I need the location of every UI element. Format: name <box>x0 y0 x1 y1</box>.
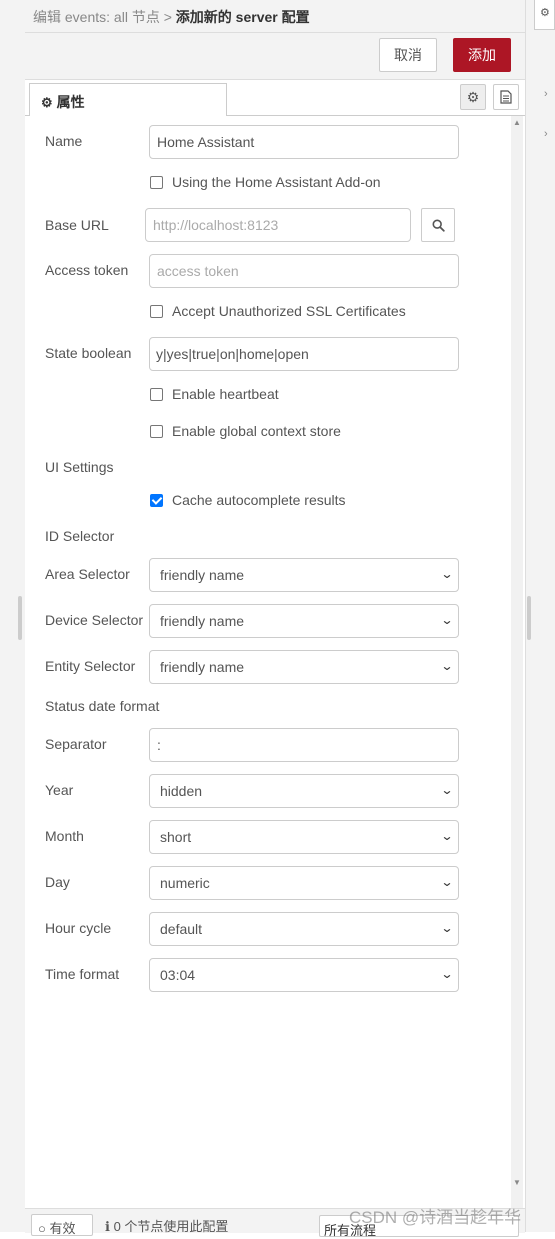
hour-cycle-value: default <box>160 921 203 937</box>
name-input[interactable] <box>149 125 459 159</box>
device-selector-select[interactable]: friendly name ⌄ <box>149 604 459 638</box>
valid-label: 有效 <box>49 1221 76 1236</box>
global-context-checkbox[interactable] <box>150 424 163 438</box>
month-label: Month <box>45 828 84 844</box>
chevron-down-icon: ⌄ <box>440 613 454 627</box>
scroll-down-icon[interactable]: ▼ <box>511 1178 523 1187</box>
valid-toggle-button[interactable]: ○ 有效 <box>31 1214 93 1236</box>
watermark: CSDN @诗酒当趁年华 <box>349 1208 522 1227</box>
device-selector-value: friendly name <box>160 613 245 629</box>
entity-selector-value: friendly name <box>160 659 245 675</box>
edit-tray: 编辑 events: all 节点 > 添加新的 server 配置 取消 添加… <box>25 0 525 1238</box>
cache-checkbox-label: Cache autocomplete results <box>172 492 346 508</box>
scroll-up-icon[interactable]: ▲ <box>511 118 523 127</box>
base-url-input[interactable] <box>145 208 411 242</box>
month-value: short <box>160 829 192 845</box>
search-icon <box>431 218 445 232</box>
time-format-select[interactable]: 03:04 ⌄ <box>149 958 459 992</box>
gear-icon: ⚙ <box>540 7 550 19</box>
time-format-label: Time format <box>45 966 120 982</box>
resize-grip-right[interactable] <box>527 596 531 640</box>
add-button[interactable]: 添加 <box>453 38 511 72</box>
tab-bar: ⚙ 属性 ⚙ <box>25 80 525 116</box>
area-selector-label: Area Selector <box>45 566 130 582</box>
ssl-checkbox-row[interactable]: Accept Unauthorized SSL Certificates <box>150 303 406 319</box>
chevron-down-icon: ⌄ <box>440 659 454 673</box>
settings-tab-button[interactable]: ⚙ <box>460 84 486 110</box>
access-token-label: Access token <box>45 262 129 278</box>
chevron-down-icon: ⌄ <box>440 967 454 981</box>
state-boolean-label: State boolean <box>45 345 132 361</box>
chevron-right-icon[interactable]: › <box>544 128 548 140</box>
scrollbar[interactable] <box>511 116 523 1208</box>
separator-input[interactable] <box>149 728 459 762</box>
node-usage-info: ℹ 0 个节点使用此配置 <box>105 1216 228 1235</box>
global-context-checkbox-row[interactable]: Enable global context store <box>150 423 341 439</box>
day-select[interactable]: numeric ⌄ <box>149 866 459 900</box>
ui-settings-heading: UI Settings <box>45 459 114 475</box>
heartbeat-checkbox[interactable] <box>150 387 163 401</box>
ssl-checkbox-label: Accept Unauthorized SSL Certificates <box>172 303 406 319</box>
chevron-right-icon[interactable]: › <box>544 88 548 100</box>
chevron-down-icon: ⌄ <box>440 921 454 935</box>
document-icon <box>500 90 512 104</box>
chevron-down-icon: ⌄ <box>440 875 454 889</box>
day-label: Day <box>45 874 70 890</box>
year-value: hidden <box>160 783 203 799</box>
chevron-down-icon: ⌄ <box>440 829 454 843</box>
tray-header: 编辑 events: all 节点 > 添加新的 server 配置 <box>25 0 525 33</box>
cancel-button[interactable]: 取消 <box>379 38 437 72</box>
search-button[interactable] <box>421 208 455 242</box>
resize-grip-left[interactable] <box>18 596 22 640</box>
sidebar-tab[interactable]: ⚙ <box>534 0 555 30</box>
status-date-format-heading: Status date format <box>45 698 160 714</box>
state-boolean-input[interactable] <box>149 337 459 371</box>
month-select[interactable]: short ⌄ <box>149 820 459 854</box>
gear-icon: ⚙ <box>41 95 53 110</box>
access-token-input[interactable] <box>149 254 459 288</box>
day-value: numeric <box>160 875 210 891</box>
area-selector-value: friendly name <box>160 567 245 583</box>
cache-checkbox-row[interactable]: Cache autocomplete results <box>150 492 346 508</box>
year-label: Year <box>45 782 74 798</box>
hour-cycle-select[interactable]: default ⌄ <box>149 912 459 946</box>
addon-checkbox-label: Using the Home Assistant Add-on <box>172 174 381 190</box>
workspace-left <box>0 0 26 1232</box>
chevron-down-icon: ⌄ <box>440 783 454 797</box>
ssl-checkbox[interactable] <box>150 304 163 318</box>
chevron-down-icon: ⌄ <box>440 567 454 581</box>
time-format-value: 03:04 <box>160 967 196 983</box>
gear-icon: ⚙ <box>466 88 480 105</box>
separator-label: Separator <box>45 736 107 752</box>
breadcrumb-prefix: 编辑 events: all 节点 > <box>33 9 172 25</box>
heartbeat-checkbox-row[interactable]: Enable heartbeat <box>150 386 279 402</box>
hour-cycle-label: Hour cycle <box>45 920 112 936</box>
year-select[interactable]: hidden ⌄ <box>149 774 459 808</box>
area-selector-select[interactable]: friendly name ⌄ <box>149 558 459 592</box>
breadcrumb-current: 添加新的 server 配置 <box>175 9 310 25</box>
tray-toolbar: 取消 添加 <box>25 33 525 80</box>
cache-checkbox[interactable] <box>150 493 163 507</box>
circle-icon: ○ <box>38 1221 46 1236</box>
addon-checkbox-row[interactable]: Using the Home Assistant Add-on <box>150 174 381 190</box>
tab-label: 属性 <box>56 94 85 110</box>
global-context-checkbox-label: Enable global context store <box>172 423 341 439</box>
entity-selector-select[interactable]: friendly name ⌄ <box>149 650 459 684</box>
addon-checkbox[interactable] <box>150 175 163 189</box>
description-tab-button[interactable] <box>493 84 519 110</box>
breadcrumb: 编辑 events: all 节点 > 添加新的 server 配置 <box>33 7 310 27</box>
form-content: Name Using the Home Assistant Add-on Bas… <box>25 116 525 1208</box>
device-selector-label: Device Selector <box>45 612 144 628</box>
base-url-label: Base URL <box>45 217 109 233</box>
tab-properties[interactable]: ⚙ 属性 <box>29 83 227 116</box>
entity-selector-label: Entity Selector <box>45 658 136 674</box>
id-selector-heading: ID Selector <box>45 528 115 544</box>
name-label: Name <box>45 133 83 149</box>
heartbeat-checkbox-label: Enable heartbeat <box>172 386 279 402</box>
